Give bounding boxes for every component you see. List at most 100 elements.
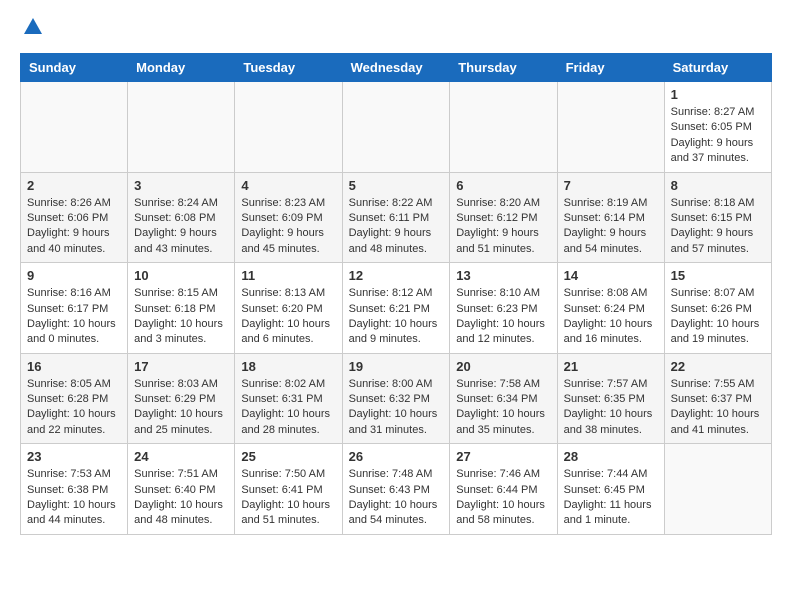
day-info: Sunrise: 8:27 AM Sunset: 6:05 PM Dayligh… (671, 105, 765, 167)
day-number: 22 (671, 359, 765, 374)
page-header (20, 20, 772, 43)
day-number: 24 (134, 449, 228, 464)
day-number: 5 (349, 178, 444, 193)
day-number: 17 (134, 359, 228, 374)
day-info: Sunrise: 8:12 AM Sunset: 6:21 PM Dayligh… (349, 286, 444, 348)
day-info: Sunrise: 8:19 AM Sunset: 6:14 PM Dayligh… (564, 196, 658, 258)
calendar-cell: 8 Sunrise: 8:18 AM Sunset: 6:15 PM Daylig… (664, 172, 771, 263)
day-info: Sunrise: 7:51 AM Sunset: 6:40 PM Dayligh… (134, 467, 228, 529)
calendar-cell (450, 82, 557, 173)
calendar-cell: 23 Sunrise: 7:53 AM Sunset: 6:38 PM Dayli… (21, 444, 128, 535)
calendar-cell: 9 Sunrise: 8:16 AM Sunset: 6:17 PM Daylig… (21, 263, 128, 354)
day-number: 6 (456, 178, 550, 193)
calendar-cell: 27 Sunrise: 7:46 AM Sunset: 6:44 PM Dayli… (450, 444, 557, 535)
day-number: 28 (564, 449, 658, 464)
day-number: 23 (27, 449, 121, 464)
day-info: Sunrise: 7:53 AM Sunset: 6:38 PM Dayligh… (27, 467, 121, 529)
day-number: 3 (134, 178, 228, 193)
day-info: Sunrise: 7:57 AM Sunset: 6:35 PM Dayligh… (564, 377, 658, 439)
calendar-week-row: 9 Sunrise: 8:16 AM Sunset: 6:17 PM Daylig… (21, 263, 772, 354)
day-info: Sunrise: 8:16 AM Sunset: 6:17 PM Dayligh… (27, 286, 121, 348)
calendar-cell: 15Sunrise: 8:07 AM Sunset: 6:26 PM Dayli… (664, 263, 771, 354)
calendar-cell (664, 444, 771, 535)
day-info: Sunrise: 8:03 AM Sunset: 6:29 PM Dayligh… (134, 377, 228, 439)
day-number: 4 (241, 178, 335, 193)
calendar-cell: 5 Sunrise: 8:22 AM Sunset: 6:11 PM Daylig… (342, 172, 450, 263)
calendar-cell: 17 Sunrise: 8:03 AM Sunset: 6:29 PM Dayli… (128, 353, 235, 444)
day-number: 2 (27, 178, 121, 193)
day-info: Sunrise: 7:44 AM Sunset: 6:45 PM Dayligh… (564, 467, 658, 529)
day-info: Sunrise: 7:50 AM Sunset: 6:41 PM Dayligh… (241, 467, 335, 529)
calendar-cell: 1 Sunrise: 8:27 AM Sunset: 6:05 PM Daylig… (664, 82, 771, 173)
calendar-cell: 10 Sunrise: 8:15 AM Sunset: 6:18 PM Dayli… (128, 263, 235, 354)
day-number: 18 (241, 359, 335, 374)
day-info: Sunrise: 8:23 AM Sunset: 6:09 PM Dayligh… (241, 196, 335, 258)
calendar-cell: 16 Sunrise: 8:05 AM Sunset: 6:28 PM Dayli… (21, 353, 128, 444)
day-of-week-header: Friday (557, 54, 664, 82)
logo (20, 20, 44, 43)
day-info: Sunrise: 7:46 AM Sunset: 6:44 PM Dayligh… (456, 467, 550, 529)
day-number: 8 (671, 178, 765, 193)
calendar-cell: 18 Sunrise: 8:02 AM Sunset: 6:31 PM Dayli… (235, 353, 342, 444)
day-info: Sunrise: 8:05 AM Sunset: 6:28 PM Dayligh… (27, 377, 121, 439)
calendar-cell: 2 Sunrise: 8:26 AM Sunset: 6:06 PM Daylig… (21, 172, 128, 263)
calendar-cell: 13 Sunrise: 8:10 AM Sunset: 6:23 PM Dayli… (450, 263, 557, 354)
day-info: Sunrise: 8:18 AM Sunset: 6:15 PM Dayligh… (671, 196, 765, 258)
calendar-week-row: 23 Sunrise: 7:53 AM Sunset: 6:38 PM Dayli… (21, 444, 772, 535)
day-number: 25 (241, 449, 335, 464)
calendar-cell: 7 Sunrise: 8:19 AM Sunset: 6:14 PM Daylig… (557, 172, 664, 263)
calendar-cell (21, 82, 128, 173)
calendar-cell: 11Sunrise: 8:13 AM Sunset: 6:20 PM Dayli… (235, 263, 342, 354)
day-number: 13 (456, 268, 550, 283)
day-info: Sunrise: 8:22 AM Sunset: 6:11 PM Dayligh… (349, 196, 444, 258)
day-info: Sunrise: 8:02 AM Sunset: 6:31 PM Dayligh… (241, 377, 335, 439)
day-info: Sunrise: 8:08 AM Sunset: 6:24 PM Dayligh… (564, 286, 658, 348)
calendar-cell: 20 Sunrise: 7:58 AM Sunset: 6:34 PM Dayli… (450, 353, 557, 444)
day-info: Sunrise: 8:24 AM Sunset: 6:08 PM Dayligh… (134, 196, 228, 258)
day-of-week-header: Sunday (21, 54, 128, 82)
calendar-cell (235, 82, 342, 173)
calendar-cell: 21 Sunrise: 7:57 AM Sunset: 6:35 PM Dayli… (557, 353, 664, 444)
day-number: 20 (456, 359, 550, 374)
day-info: Sunrise: 7:58 AM Sunset: 6:34 PM Dayligh… (456, 377, 550, 439)
calendar-cell: 12 Sunrise: 8:12 AM Sunset: 6:21 PM Dayli… (342, 263, 450, 354)
calendar-cell: 4 Sunrise: 8:23 AM Sunset: 6:09 PM Daylig… (235, 172, 342, 263)
calendar-week-row: 16 Sunrise: 8:05 AM Sunset: 6:28 PM Dayli… (21, 353, 772, 444)
day-of-week-header: Wednesday (342, 54, 450, 82)
calendar-cell (557, 82, 664, 173)
logo-icon (22, 16, 44, 38)
calendar-cell: 14 Sunrise: 8:08 AM Sunset: 6:24 PM Dayli… (557, 263, 664, 354)
day-of-week-header: Monday (128, 54, 235, 82)
calendar-week-row: 2 Sunrise: 8:26 AM Sunset: 6:06 PM Daylig… (21, 172, 772, 263)
day-of-week-header: Saturday (664, 54, 771, 82)
calendar-cell: 28 Sunrise: 7:44 AM Sunset: 6:45 PM Dayli… (557, 444, 664, 535)
day-info: Sunrise: 8:00 AM Sunset: 6:32 PM Dayligh… (349, 377, 444, 439)
day-info: Sunrise: 7:55 AM Sunset: 6:37 PM Dayligh… (671, 377, 765, 439)
calendar-cell: 22 Sunrise: 7:55 AM Sunset: 6:37 PM Dayli… (664, 353, 771, 444)
calendar-cell (342, 82, 450, 173)
day-number: 9 (27, 268, 121, 283)
day-number: 14 (564, 268, 658, 283)
day-number: 27 (456, 449, 550, 464)
day-number: 16 (27, 359, 121, 374)
calendar-week-row: 1 Sunrise: 8:27 AM Sunset: 6:05 PM Daylig… (21, 82, 772, 173)
calendar-cell: 24 Sunrise: 7:51 AM Sunset: 6:40 PM Dayli… (128, 444, 235, 535)
day-number: 1 (671, 87, 765, 102)
day-info: Sunrise: 8:13 AM Sunset: 6:20 PM Dayligh… (241, 286, 335, 348)
day-info: Sunrise: 8:26 AM Sunset: 6:06 PM Dayligh… (27, 196, 121, 258)
day-number: 21 (564, 359, 658, 374)
day-info: Sunrise: 8:15 AM Sunset: 6:18 PM Dayligh… (134, 286, 228, 348)
calendar-cell: 3 Sunrise: 8:24 AM Sunset: 6:08 PM Daylig… (128, 172, 235, 263)
day-number: 10 (134, 268, 228, 283)
day-number: 26 (349, 449, 444, 464)
day-number: 12 (349, 268, 444, 283)
day-info: Sunrise: 8:07 AM Sunset: 6:26 PM Dayligh… (671, 286, 765, 348)
day-info: Sunrise: 7:48 AM Sunset: 6:43 PM Dayligh… (349, 467, 444, 529)
calendar-table: SundayMondayTuesdayWednesdayThursdayFrid… (20, 53, 772, 535)
calendar-cell (128, 82, 235, 173)
calendar-cell: 25 Sunrise: 7:50 AM Sunset: 6:41 PM Dayli… (235, 444, 342, 535)
day-info: Sunrise: 8:20 AM Sunset: 6:12 PM Dayligh… (456, 196, 550, 258)
day-info: Sunrise: 8:10 AM Sunset: 6:23 PM Dayligh… (456, 286, 550, 348)
day-of-week-header: Tuesday (235, 54, 342, 82)
day-number: 7 (564, 178, 658, 193)
